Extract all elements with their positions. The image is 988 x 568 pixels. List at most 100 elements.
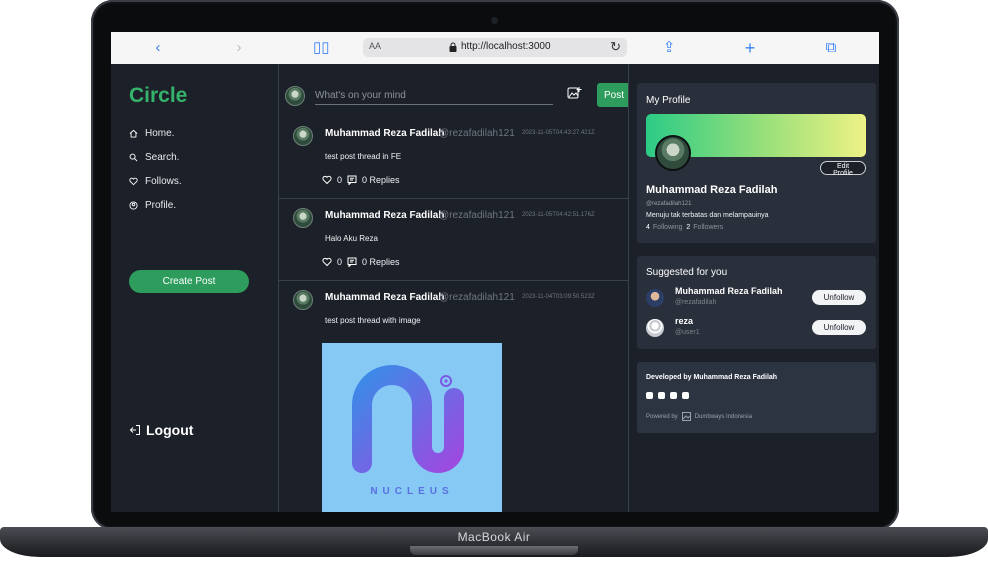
reply-icon[interactable] (347, 175, 357, 185)
share-icon[interactable]: ⇪ (661, 40, 677, 56)
youtube-icon[interactable] (682, 392, 689, 399)
default-avatar-icon (646, 319, 664, 337)
logout-icon (129, 425, 140, 435)
heart-icon[interactable] (322, 257, 332, 267)
social-links (646, 392, 689, 399)
thread-item[interactable]: Muhammad Reza Fadilah @rezafadilah121 20… (279, 280, 628, 512)
camera-icon (491, 17, 498, 24)
thread-author[interactable]: Muhammad Reza Fadilah (325, 292, 444, 303)
thread-feed: Post Muhammad Reza Fadilah @rezafadilah1… (279, 64, 629, 512)
thread-item[interactable]: Muhammad Reza Fadilah @rezafadilah121 20… (279, 116, 628, 199)
nucleus-logo-icon: NUCLEUS (352, 365, 464, 497)
unfollow-button[interactable]: Unfollow (812, 290, 866, 305)
thread-actions: 0 0 Replies (322, 257, 400, 267)
thread-text: test post thread in FE (325, 152, 402, 161)
screen: ‹ › ▯▯ AA http://localhost:3000 ↻ ⇪ + ⧉ … (111, 32, 879, 512)
image-upload-icon[interactable] (567, 86, 582, 101)
suggested-card: Suggested for you Muhammad Reza Fadilah … (637, 256, 876, 349)
thread-item[interactable]: Muhammad Reza Fadilah @rezafadilah121 20… (279, 198, 628, 281)
thread-author[interactable]: Muhammad Reza Fadilah (325, 128, 444, 139)
device-model: MacBook Air (457, 530, 531, 544)
footer-card: Developed by Muhammad Reza Fadilah Power… (637, 362, 876, 433)
company-name: Dumbways Indonesia (694, 413, 753, 420)
profile-name: Muhammad Reza Fadilah (646, 184, 778, 196)
suggested-user-handle: @rezafadilah (675, 299, 717, 306)
heart-icon (129, 177, 138, 186)
suggested-user-name[interactable]: Muhammad Reza Fadilah (675, 286, 783, 296)
browser-toolbar: ‹ › ▯▯ AA http://localhost:3000 ↻ ⇪ + ⧉ (111, 32, 879, 65)
thread-author[interactable]: Muhammad Reza Fadilah (325, 210, 444, 221)
profile-bio: Menuju tak terbatas dan melampauinya (646, 212, 769, 219)
search-icon (129, 153, 138, 162)
avatar (285, 86, 305, 106)
instagram-icon[interactable] (670, 392, 677, 399)
avatar (293, 208, 313, 228)
following-label[interactable]: Following (653, 224, 683, 231)
profile-card-title: My Profile (646, 95, 691, 106)
url-text[interactable]: http://localhost:3000 (461, 41, 551, 52)
address-bar[interactable]: AA http://localhost:3000 ↻ (363, 38, 627, 57)
sidebar-item-label: Profile. (145, 200, 177, 211)
thread-handle: @rezafadilah121 (439, 210, 515, 221)
text-size-label[interactable]: AA (369, 41, 381, 51)
suggested-user-handle: @user1 (675, 329, 700, 336)
logout-label: Logout (146, 422, 194, 438)
edit-profile-button[interactable]: Edit Profile (820, 161, 866, 177)
sidebar-item-label: Search. (145, 152, 180, 163)
heart-icon[interactable] (322, 175, 332, 185)
reply-icon[interactable] (347, 257, 357, 267)
profile-stats: 4 Following 2 Followers (646, 224, 723, 231)
sidebar: Circle Home. Search. Follows. Profile. C… (111, 64, 279, 512)
like-count: 0 (337, 175, 343, 185)
suggested-user-name[interactable]: reza (675, 316, 693, 326)
bookmarks-icon[interactable]: ▯▯ (313, 40, 330, 56)
user-circle-icon (129, 201, 138, 210)
facebook-icon[interactable] (658, 392, 665, 399)
reply-count[interactable]: 0 Replies (362, 175, 400, 185)
logout-button[interactable]: Logout (129, 422, 193, 438)
thread-text: Halo Aku Reza (325, 234, 378, 243)
circle-app: Circle Home. Search. Follows. Profile. C… (111, 64, 879, 512)
avatar (293, 290, 313, 310)
tabs-icon[interactable]: ⧉ (823, 40, 839, 56)
thread-date: 2023-11-05T04:43:27.421Z (522, 130, 595, 136)
reload-icon[interactable]: ↻ (610, 39, 621, 55)
forward-icon[interactable]: › (231, 40, 247, 56)
thread-date: 2023-11-05T04:42:51.176Z (522, 212, 595, 218)
thread-image[interactable]: NUCLEUS (322, 343, 502, 512)
sidebar-item-label: Home. (145, 128, 175, 139)
profile-card: My Profile Edit Profile Muhammad Reza Fa… (637, 83, 876, 243)
thread-actions: 0 0 Replies (322, 175, 400, 185)
back-icon[interactable]: ‹ (150, 40, 166, 56)
broken-image-icon (681, 412, 691, 421)
right-panel: My Profile Edit Profile Muhammad Reza Fa… (629, 64, 879, 512)
thread-handle: @rezafadilah121 (439, 128, 515, 139)
github-icon[interactable] (646, 392, 653, 399)
thread-text: test post thread with image (325, 316, 421, 325)
suggested-title: Suggested for you (646, 267, 728, 278)
create-post-button[interactable]: Create Post (129, 270, 249, 293)
powered-by-label: Powered by (646, 413, 678, 420)
post-button[interactable]: Post (597, 83, 628, 107)
reply-count[interactable]: 0 Replies (362, 257, 400, 267)
new-tab-icon[interactable]: + (742, 39, 758, 57)
powered-by: Powered by Dumbways Indonesia (646, 412, 752, 421)
following-count: 4 (646, 224, 650, 231)
app-logo[interactable]: Circle (129, 84, 187, 108)
followers-count: 2 (686, 224, 691, 231)
developer-credit: Developed by Muhammad Reza Fadilah (646, 374, 778, 381)
sidebar-item-profile[interactable]: Profile. (129, 200, 176, 211)
followers-label[interactable]: Followers (693, 224, 723, 231)
sidebar-item-search[interactable]: Search. (129, 152, 179, 163)
like-count: 0 (337, 257, 343, 267)
laptop-notch (410, 546, 578, 555)
lock-icon (449, 42, 457, 52)
sidebar-item-follows[interactable]: Follows. (129, 176, 182, 187)
sidebar-item-home[interactable]: Home. (129, 128, 174, 139)
home-icon (129, 129, 138, 138)
sidebar-item-label: Follows. (145, 176, 182, 187)
thread-handle: @rezafadilah121 (439, 292, 515, 303)
compose-input[interactable] (315, 86, 553, 105)
unfollow-button[interactable]: Unfollow (812, 320, 866, 335)
profile-handle: @rezafadilah121 (646, 201, 692, 207)
